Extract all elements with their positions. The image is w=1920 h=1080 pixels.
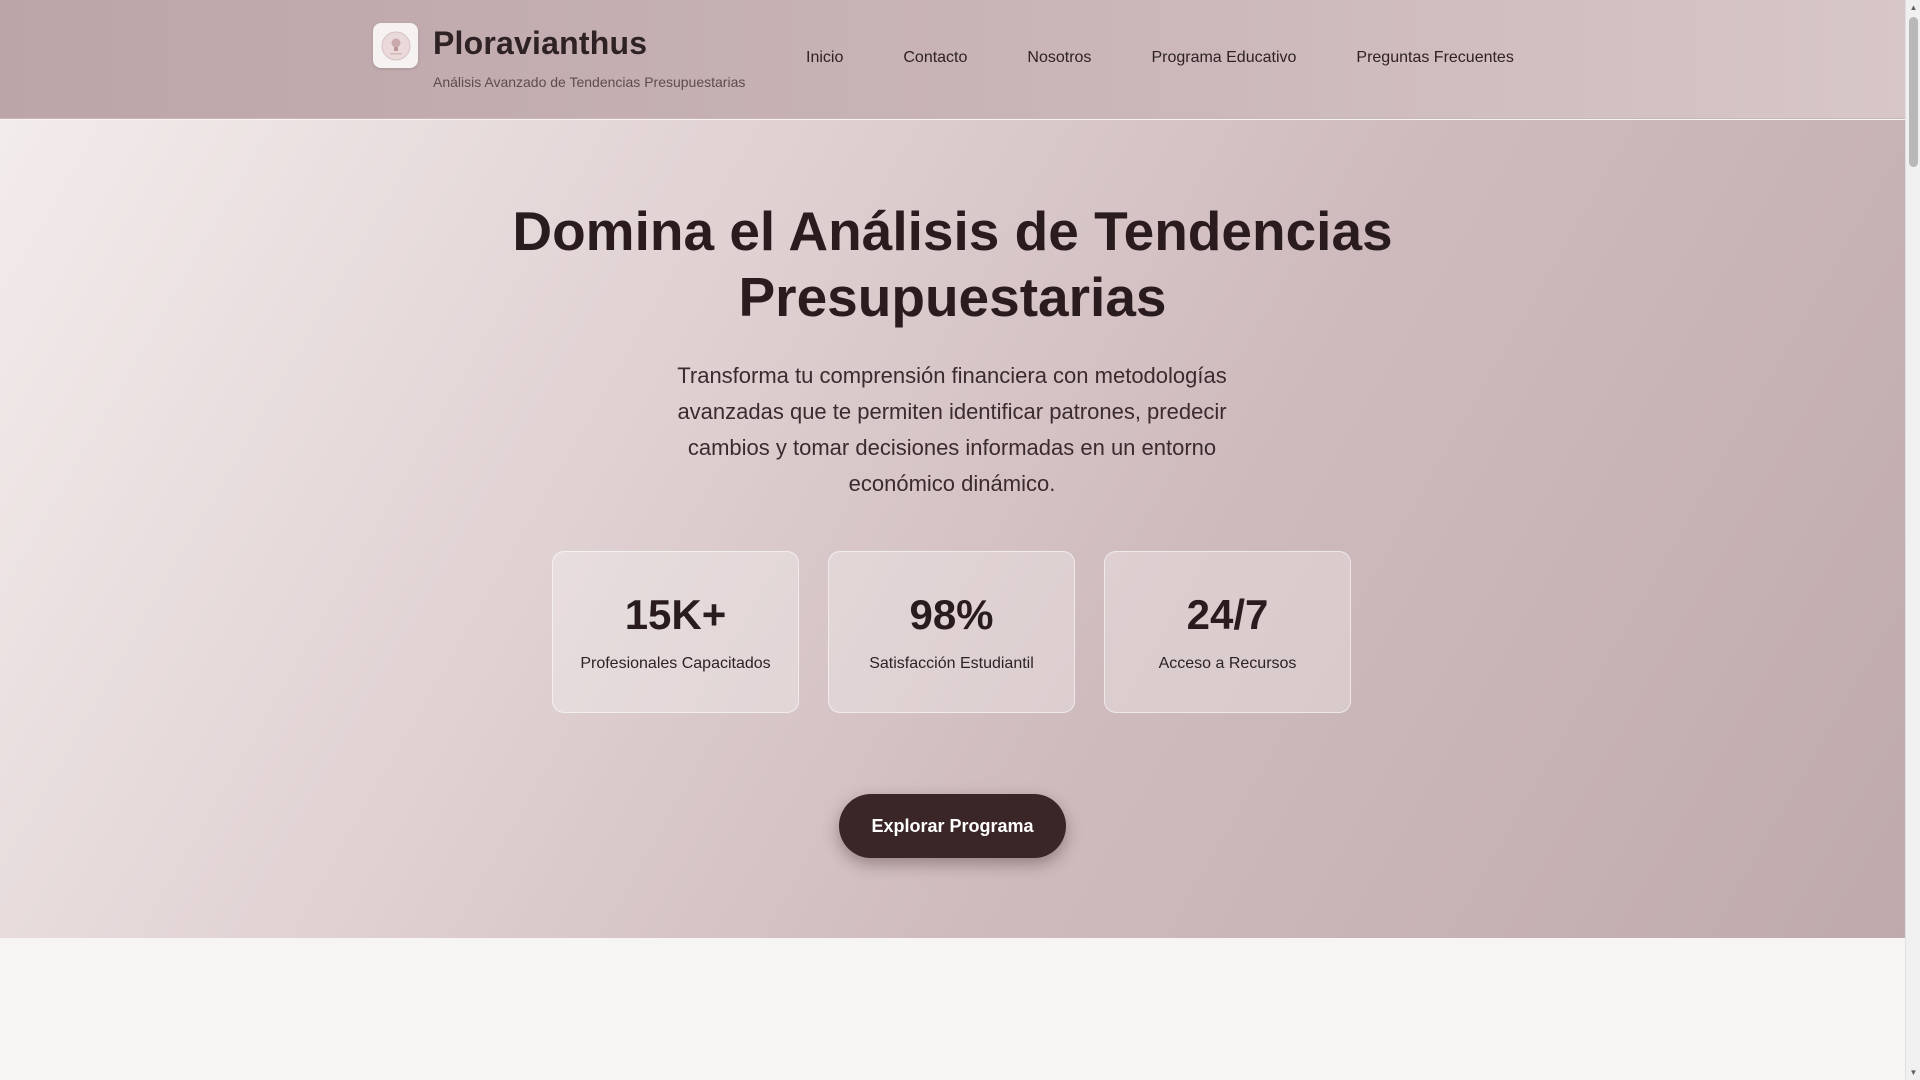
stat-card: 15K+ Profesionales Capacitados (552, 551, 799, 713)
hero-title-line-1: Domina el Análisis de Tendencias (512, 200, 1393, 262)
vertical-scrollbar[interactable]: ▲ ▼ (1905, 0, 1920, 1080)
hero-description: Transforma tu comprensión financiera con… (677, 363, 1227, 496)
nav-item-nosotros[interactable]: Nosotros (1027, 49, 1091, 67)
stat-value: 98% (909, 591, 994, 638)
hero-title-line-2: Presupuestarias (738, 266, 1167, 328)
brand-name: Ploravianthus (433, 25, 648, 61)
hero-title: Domina el Análisis de Tendencias Presupu… (0, 198, 1905, 330)
nav-item-preguntas-frecuentes[interactable]: Preguntas Frecuentes (1356, 49, 1513, 67)
stat-label: Profesionales Capacitados (580, 655, 771, 672)
main-nav: Inicio Contacto Nosotros Programa Educat… (806, 49, 1514, 67)
stat-card: 24/7 Acceso a Recursos (1104, 551, 1351, 713)
brand-tagline: Análisis Avanzado de Tendencias Presupue… (433, 74, 746, 91)
stat-value: 24/7 (1186, 591, 1269, 638)
nav-item-contacto[interactable]: Contacto (903, 49, 967, 67)
stats-row: 15K+ Profesionales Capacitados 98% Satis… (552, 551, 1351, 713)
brand-text: Ploravianthus Análisis Avanzado de Tende… (433, 23, 745, 90)
stat-label: Satisfacción Estudiantil (869, 655, 1034, 672)
nav-item-inicio[interactable]: Inicio (806, 49, 843, 67)
stat-card: 98% Satisfacción Estudiantil (828, 551, 1075, 713)
lightbulb-icon (381, 31, 410, 60)
hero-section: Domina el Análisis de Tendencias Presupu… (0, 120, 1905, 938)
explore-program-button[interactable]: Explorar Programa (839, 794, 1066, 858)
scroll-thumb[interactable] (1909, 17, 1918, 167)
scroll-up-arrow-icon[interactable]: ▲ (1906, 0, 1920, 15)
scroll-down-arrow-icon[interactable]: ▼ (1906, 1065, 1920, 1080)
nav-item-programa-educativo[interactable]: Programa Educativo (1151, 49, 1296, 67)
stat-label: Acceso a Recursos (1158, 655, 1297, 672)
brand[interactable]: Ploravianthus Análisis Avanzado de Tende… (373, 23, 745, 90)
page: Ploravianthus Análisis Avanzado de Tende… (0, 0, 1905, 1080)
logo[interactable] (373, 23, 418, 68)
stat-value: 15K+ (624, 591, 727, 638)
site-header: Ploravianthus Análisis Avanzado de Tende… (0, 0, 1905, 119)
